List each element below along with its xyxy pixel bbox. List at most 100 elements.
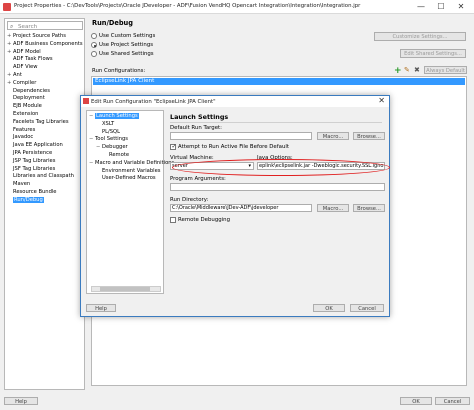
radio-shared-settings[interactable] bbox=[91, 51, 97, 57]
tree-item-label: JPA Persistence bbox=[13, 150, 53, 156]
dialog-tree-item-label: Remote bbox=[109, 152, 130, 158]
page-title: Run/Debug bbox=[92, 19, 133, 27]
radio-project-settings[interactable] bbox=[91, 42, 97, 48]
tree-item[interactable]: + ADF Business Components bbox=[7, 41, 83, 48]
browse-button-1[interactable]: Browse... bbox=[353, 132, 385, 140]
tree-item-label: Resource Bundle bbox=[13, 189, 57, 195]
tree-item[interactable]: Dependencies bbox=[7, 88, 50, 95]
program-arguments-label: Program Arguments: bbox=[170, 176, 226, 182]
tree-item[interactable]: + ADF Model bbox=[7, 49, 41, 56]
tree-item[interactable]: + Ant bbox=[7, 72, 22, 79]
customize-settings-button[interactable]: Customize Settings... bbox=[374, 32, 466, 41]
dialog-tree-item[interactable]: PL/SQL bbox=[96, 129, 120, 136]
plus-icon[interactable]: + bbox=[394, 66, 402, 76]
cancel-button[interactable]: Cancel bbox=[435, 397, 470, 405]
dialog-tree-item[interactable]: − Macro and Variable Definitions bbox=[89, 160, 174, 167]
tree-item[interactable]: Maven bbox=[7, 181, 30, 188]
maximize-button[interactable]: ☐ bbox=[432, 1, 450, 12]
ok-button[interactable]: OK bbox=[400, 397, 432, 405]
search-icon: ⌕ bbox=[10, 23, 14, 30]
tree-item-label: ADF Model bbox=[13, 48, 41, 55]
tree-item[interactable]: ADF Task Flows bbox=[7, 56, 53, 63]
edit-run-config-dialog: Edit Run Configuration "EclipseLink JPA … bbox=[80, 95, 390, 317]
tree-item[interactable]: Java EE Application bbox=[7, 142, 63, 149]
tree-item-label: Run/Debug bbox=[13, 196, 44, 203]
tree-item-label: Java EE Application bbox=[13, 142, 63, 149]
minimize-button[interactable]: — bbox=[412, 1, 430, 12]
dialog-tree-item-label: Macro and Variable Definitions bbox=[95, 159, 175, 166]
tree-item[interactable]: JPA Persistence bbox=[7, 150, 52, 157]
remote-debugging-checkbox[interactable] bbox=[170, 217, 176, 223]
close-button[interactable]: ✕ bbox=[452, 1, 470, 12]
search-input[interactable]: ⌕ Search bbox=[7, 21, 83, 30]
dialog-tree-item[interactable]: Remote bbox=[103, 152, 129, 159]
tree-item[interactable]: Libraries and Classpath bbox=[7, 173, 74, 180]
dialog-category-tree: − Launch Settings XSLT PL/SQL − Tool Settings… bbox=[86, 110, 174, 294]
tree-item[interactable]: ADF View bbox=[7, 64, 38, 71]
horizontal-scrollbar[interactable] bbox=[91, 286, 161, 292]
dialog-cancel-button[interactable]: Cancel bbox=[350, 304, 384, 312]
program-arguments-field[interactable] bbox=[170, 183, 385, 191]
macro-button-2[interactable]: Macro... bbox=[317, 204, 349, 212]
app-icon bbox=[3, 3, 11, 11]
tree-item[interactable]: Resource Bundle bbox=[7, 189, 57, 196]
dialog-close-button[interactable]: ✕ bbox=[378, 96, 385, 105]
tree-item[interactable]: Extension bbox=[7, 111, 38, 118]
dialog-ok-button[interactable]: OK bbox=[313, 304, 345, 312]
browse-button-2[interactable]: Browse... bbox=[353, 204, 385, 212]
tree-item[interactable]: + Compiler bbox=[7, 80, 36, 87]
tree-item-label: Ant bbox=[13, 72, 22, 78]
help-button[interactable]: Help bbox=[4, 397, 38, 405]
tree-item-label: Libraries and Classpath bbox=[13, 173, 74, 180]
default-run-target-field[interactable] bbox=[170, 132, 312, 140]
tree-item[interactable]: Features bbox=[7, 127, 35, 134]
dialog-tree-item[interactable]: − Tool Settings bbox=[89, 136, 128, 143]
window-title: Project Properties - C:\DevTools\Project… bbox=[14, 3, 361, 9]
edit-shared-settings-button[interactable]: Edit Shared Settings... bbox=[400, 49, 466, 58]
tree-item-label: EJB Module bbox=[13, 103, 42, 110]
run-config-item-selected[interactable]: EclipseLink JPA Client bbox=[93, 78, 465, 85]
tree-item-label: Project Source Paths bbox=[13, 33, 66, 39]
scrollbar-thumb[interactable] bbox=[100, 287, 150, 291]
highlight-ellipse bbox=[172, 159, 390, 176]
tree-item-label: ADF Task Flows bbox=[13, 56, 53, 63]
dialog-tree-item[interactable]: − Launch Settings bbox=[89, 113, 139, 120]
dialog-tree-item-label: Debugger bbox=[102, 144, 128, 151]
x-icon[interactable]: ✖ bbox=[414, 66, 420, 74]
dialog-tree-item-label: Launch Settings bbox=[95, 113, 139, 119]
macro-button-1[interactable]: Macro... bbox=[317, 132, 349, 140]
tree-item[interactable]: Deployment bbox=[7, 95, 45, 102]
launch-settings-title: Launch Settings bbox=[170, 113, 229, 121]
tree-item[interactable]: Javadoc bbox=[7, 134, 33, 141]
tree-item-label: JSP Tag Libraries bbox=[13, 157, 56, 164]
section-divider bbox=[170, 122, 382, 123]
dialog-app-icon bbox=[83, 98, 89, 104]
dialog-tree-item[interactable]: Environment Variables bbox=[96, 168, 160, 175]
radio-shared-label: Use Shared Settings bbox=[99, 51, 154, 57]
tree-item-label: Maven bbox=[13, 181, 31, 188]
tree-item[interactable]: EJB Module bbox=[7, 103, 42, 110]
tree-item-label: Dependencies bbox=[13, 87, 50, 94]
dialog-tree-item[interactable]: − Debugger bbox=[96, 144, 128, 151]
radio-project-label: Use Project Settings bbox=[99, 42, 154, 48]
run-configurations-label: Run Configurations: bbox=[92, 68, 146, 74]
tree-item[interactable]: + Project Source Paths bbox=[7, 33, 66, 40]
tree-item[interactable]: JSP Tag Libraries bbox=[7, 158, 55, 165]
radio-custom-settings[interactable] bbox=[91, 33, 97, 39]
dialog-tree-item-label: Tool Settings bbox=[95, 136, 128, 143]
pencil-icon[interactable]: ✎ bbox=[404, 66, 410, 74]
tree-item[interactable]: Run/Debug bbox=[7, 196, 44, 204]
run-directory-label: Run Directory: bbox=[170, 197, 209, 203]
tree-item[interactable]: Facelets Tag Libraries bbox=[7, 119, 69, 126]
dialog-help-button[interactable]: Help bbox=[86, 304, 116, 312]
tree-item-label: Javadoc bbox=[13, 134, 34, 141]
radio-custom-label: Use Custom Settings bbox=[99, 33, 156, 39]
run-directory-field[interactable]: C:\Oracle\Middleware\JDev-ADF\jdeveloper bbox=[170, 204, 312, 212]
category-tree: ⌕ Search + Project Source Paths + ADF Busin… bbox=[4, 18, 85, 390]
dialog-tree-item[interactable]: User-Defined Macros bbox=[96, 175, 156, 182]
tree-item[interactable]: JSF Tag Libraries bbox=[7, 166, 55, 173]
search-placeholder: Search bbox=[18, 23, 38, 30]
dialog-tree-item[interactable]: XSLT bbox=[96, 121, 114, 128]
attempt-run-active-checkbox[interactable] bbox=[170, 143, 177, 150]
always-default-button[interactable]: Always Default bbox=[424, 66, 467, 74]
